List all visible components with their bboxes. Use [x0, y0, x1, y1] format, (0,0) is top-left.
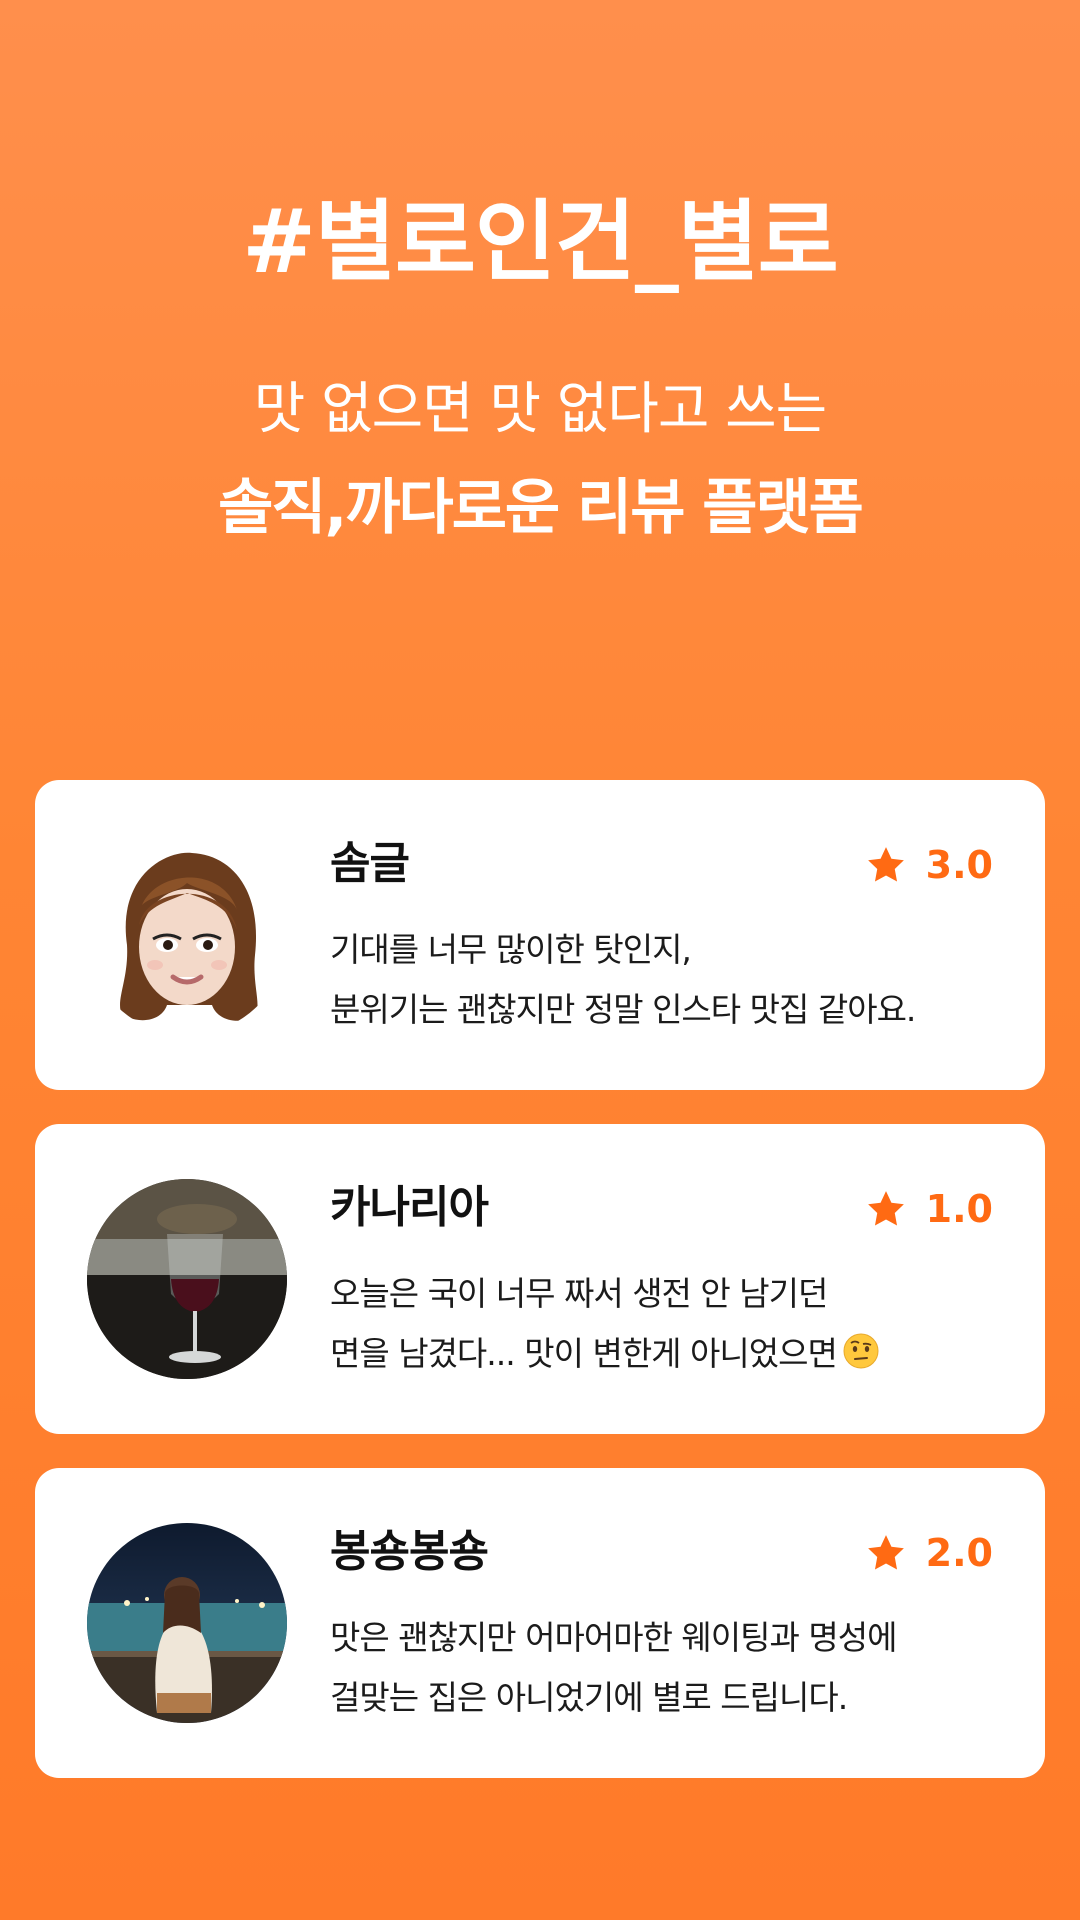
night-view-photo-icon — [87, 1523, 287, 1723]
wine-glass-photo-icon — [87, 1179, 287, 1379]
reviewer-name: 솜글 — [330, 838, 410, 889]
hero-section: #별로인건_별로 맛 없으면 맛 없다고 쓰는 솔직,까다로운 리뷰 플랫폼 — [0, 0, 1080, 640]
review-card[interactable]: 봉숑봉숑 2.0 맛은 괜찮지만 어마어마한 웨이팅과 명성에 걸맞는 집은 아… — [35, 1468, 1045, 1778]
star-icon — [867, 1535, 904, 1570]
review-line: 오늘은 국이 너무 짜서 생전 안 남기던 — [330, 1274, 828, 1313]
user-avatar — [87, 1179, 287, 1379]
rating: 1.0 — [864, 1188, 993, 1230]
review-text: 기대를 너무 많이한 탓인지, 분위기는 괜찮지만 정말 인스타 맛집 같아요. — [330, 920, 1010, 1040]
rating: 2.0 — [864, 1532, 993, 1574]
hero-title: #별로인건_별로 — [242, 190, 839, 293]
star-icon — [867, 1191, 904, 1226]
review-card[interactable]: 솜글 3.0 기대를 너무 많이한 탓인지, 분위기는 괜찮지만 정말 인스타 … — [35, 780, 1045, 1090]
review-line: 맛은 괜찮지만 어마어마한 웨이팅과 명성에 — [330, 1618, 897, 1657]
user-avatar — [87, 835, 287, 1035]
user-avatar — [87, 1523, 287, 1723]
review-line: 면을 남겼다... 맛이 변한게 아니었으면 — [330, 1324, 1010, 1384]
rating: 3.0 — [864, 844, 993, 886]
reviewer-name: 카나리아 — [330, 1182, 489, 1233]
review-text: 오늘은 국이 너무 짜서 생전 안 남기던 면을 남겼다... 맛이 변한게 아… — [330, 1264, 1010, 1384]
rating-value: 1.0 — [925, 1187, 993, 1231]
review-line-text: 면을 남겼다... 맛이 변한게 아니었으면 — [330, 1334, 838, 1373]
reviewer-name: 봉숑봉숑 — [330, 1526, 489, 1577]
rating-value: 2.0 — [925, 1531, 993, 1575]
review-line: 걸맞는 집은 아니었기에 별로 드립니다. — [330, 1678, 848, 1717]
hero-tagline: 솔직,까다로운 리뷰 플랫폼 — [218, 473, 864, 543]
rating-value: 3.0 — [925, 843, 993, 887]
raised-eyebrow-emoji-icon — [843, 1333, 879, 1369]
hero-subtitle: 맛 없으면 맛 없다고 쓰는 — [253, 377, 827, 442]
memoji-avatar-icon — [87, 835, 287, 1035]
review-text: 맛은 괜찮지만 어마어마한 웨이팅과 명성에 걸맞는 집은 아니었기에 별로 드… — [330, 1608, 1010, 1728]
review-line: 기대를 너무 많이한 탓인지, — [330, 930, 692, 969]
review-card[interactable]: 카나리아 1.0 오늘은 국이 너무 짜서 생전 안 남기던 면을 남겼다...… — [35, 1124, 1045, 1434]
review-line: 분위기는 괜찮지만 정말 인스타 맛집 같아요. — [330, 990, 916, 1029]
star-icon — [867, 847, 904, 882]
